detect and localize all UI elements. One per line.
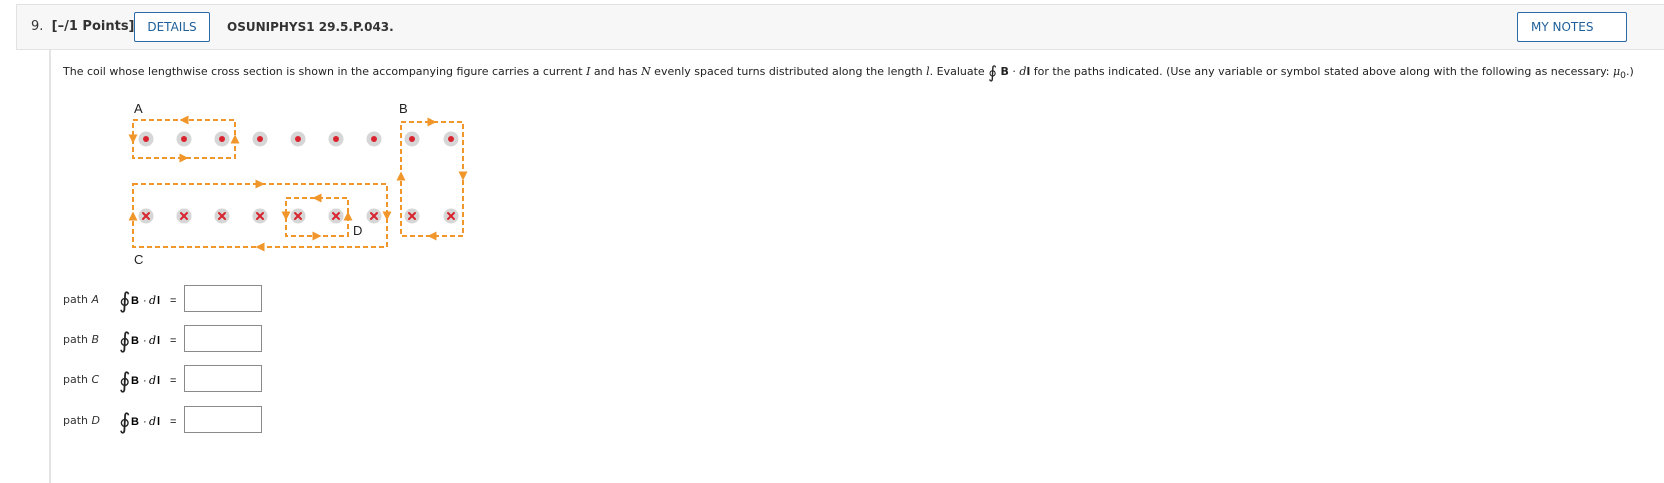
wires-out-of-page [138, 131, 459, 147]
wire-into-page [366, 208, 382, 224]
wire-into-page [214, 208, 230, 224]
svg-text:=: = [170, 295, 176, 307]
svg-text:∮: ∮ [119, 369, 130, 394]
label-b: B [399, 101, 408, 116]
svg-text:·: · [143, 375, 147, 387]
svg-text:·: · [143, 295, 147, 307]
svg-text:∮: ∮ [119, 329, 130, 354]
path-direction-arrow [281, 211, 291, 221]
svg-text:d: d [149, 334, 156, 347]
points-label: [–/1 Points] [51, 19, 135, 34]
wire-into-page [290, 208, 306, 224]
svg-text:l: l [157, 295, 160, 307]
wire-into-page [252, 208, 268, 224]
svg-text:d: d [149, 415, 156, 428]
label-d: D [353, 223, 362, 238]
line-integral-icon: ∮ B · d l = [119, 369, 176, 394]
svg-text:·: · [143, 416, 147, 428]
coil-figure: A B C D [128, 101, 468, 267]
path-label-d: path D [63, 414, 100, 427]
line-integral-icon: ∮ B · d l = [119, 410, 176, 435]
wire-into-page [138, 208, 154, 224]
svg-text:l: l [157, 416, 160, 428]
question-left-border [49, 50, 51, 483]
wire-out-of-page [214, 131, 230, 147]
label-a: A [134, 101, 143, 116]
svg-text:=: = [170, 416, 176, 428]
wire-into-page [328, 208, 344, 224]
svg-text:B: B [131, 335, 139, 347]
wire-out-of-page [443, 131, 459, 147]
path-direction-arrow [343, 211, 353, 221]
svg-text:∮: ∮ [119, 410, 130, 435]
path-direction-arrow [396, 171, 406, 181]
wire-out-of-page [176, 131, 192, 147]
question-id: OSUNIPHYS1 29.5.P.043. [227, 20, 394, 34]
wire-out-of-page [138, 131, 154, 147]
question-prompt: The coil whose lengthwise cross section … [63, 63, 1634, 83]
details-button[interactable]: DETAILS [134, 12, 210, 42]
path-direction-arrow [312, 193, 322, 203]
svg-text:d: d [149, 374, 156, 387]
svg-text:d: d [149, 294, 156, 307]
svg-text:B: B [131, 416, 139, 428]
wire-out-of-page [252, 131, 268, 147]
path-label-b: path B [63, 333, 100, 346]
svg-text:=: = [170, 335, 176, 347]
svg-text:l: l [157, 375, 160, 387]
path-direction-arrow [179, 115, 189, 125]
svg-text:∮: ∮ [119, 289, 130, 314]
path-direction-arrow [458, 171, 468, 181]
answer-input-path-a[interactable] [184, 285, 262, 312]
wire-out-of-page [366, 131, 382, 147]
svg-text:B: B [131, 295, 139, 307]
label-c: C [134, 252, 143, 267]
path-direction-arrow [427, 231, 437, 241]
wire-into-page [404, 208, 420, 224]
line-integral-icon: ∮ B · d l = [119, 289, 176, 314]
svg-text:·: · [143, 335, 147, 347]
question-header: 9. [–/1 Points] DETAILS OSUNIPHYS1 29.5.… [16, 4, 1664, 50]
my-notes-button[interactable]: MY NOTES [1517, 12, 1627, 42]
wire-out-of-page [404, 131, 420, 147]
wire-into-page [176, 208, 192, 224]
line-integral-expression: ∮ B · dl [988, 63, 1031, 83]
path-direction-arrow [230, 134, 240, 144]
line-integral-icon: ∮ B · d l = [119, 329, 176, 354]
answer-input-path-d[interactable] [184, 406, 262, 433]
path-label-a: path A [63, 293, 100, 306]
answer-input-path-c[interactable] [184, 365, 262, 392]
path-direction-arrow [255, 179, 265, 189]
question-number: 9. [–/1 Points] [31, 19, 135, 34]
path-direction-arrow [128, 134, 138, 144]
svg-text:B: B [131, 375, 139, 387]
svg-text:l: l [157, 335, 160, 347]
svg-text:=: = [170, 375, 176, 387]
path-direction-arrow [255, 242, 265, 252]
path-label-c: path C [63, 373, 100, 386]
path-direction-arrow [382, 211, 392, 221]
path-direction-arrow [312, 231, 322, 241]
path-direction-arrow [179, 153, 189, 163]
wires-into-page [138, 208, 459, 224]
wire-out-of-page [290, 131, 306, 147]
wire-out-of-page [328, 131, 344, 147]
wire-into-page [443, 208, 459, 224]
path-direction-arrow [427, 117, 437, 127]
answer-input-path-b[interactable] [184, 325, 262, 352]
path-direction-arrow [128, 211, 138, 221]
